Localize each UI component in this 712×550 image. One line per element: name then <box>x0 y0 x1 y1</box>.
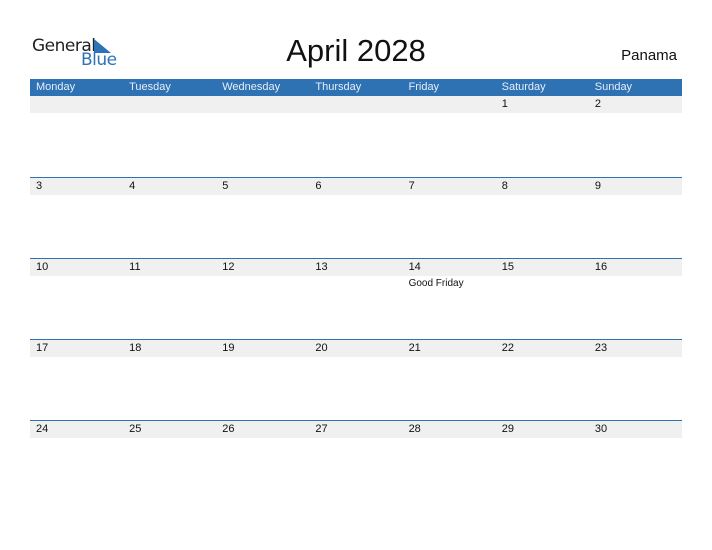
weekday-sunday: Sunday <box>594 81 633 93</box>
weekday-monday: Monday <box>36 81 76 93</box>
day-number: 13 <box>315 261 328 273</box>
week-row: 10 11 12 13 14 Good Friday 15 16 <box>30 258 682 340</box>
day-number: 10 <box>36 261 49 273</box>
day-number: 19 <box>222 342 235 354</box>
day-number: 30 <box>594 423 608 435</box>
day-cell: 8 <box>496 178 589 259</box>
day-cell: 11 <box>123 259 216 340</box>
day-number: 29 <box>501 423 514 435</box>
day-number: 7 <box>408 180 415 192</box>
day-number: 8 <box>501 180 508 192</box>
day-cell: 18 <box>123 340 216 421</box>
day-cell: 27 <box>309 421 402 502</box>
day-cell: 24 <box>30 421 123 502</box>
day-number: 21 <box>408 342 421 354</box>
day-number: 18 <box>129 342 142 354</box>
day-cell: 1 <box>496 96 589 177</box>
day-number: 14 <box>408 261 421 273</box>
weekday-header: Monday Tuesday Wednesday Thursday Friday… <box>30 79 682 96</box>
day-cell <box>403 96 496 177</box>
day-number: 24 <box>36 423 49 435</box>
day-cell: 5 <box>216 178 309 259</box>
weekday-tuesday: Tuesday <box>129 81 171 93</box>
day-cell: 2 <box>589 96 682 177</box>
day-number: 3 <box>36 180 43 192</box>
day-number: 27 <box>315 423 328 435</box>
week-row: 17 18 19 20 21 22 23 <box>30 339 682 421</box>
country-label: Panama <box>621 47 677 64</box>
day-number: 28 <box>408 423 421 435</box>
day-number: 22 <box>501 342 514 354</box>
day-number: 11 <box>129 261 141 273</box>
week-row: 3 4 5 6 7 8 9 <box>30 177 682 259</box>
day-number: 23 <box>594 342 608 354</box>
day-number: 25 <box>129 423 142 435</box>
day-cell: 29 <box>496 421 589 502</box>
day-cell: 17 <box>30 340 123 421</box>
day-number: 6 <box>315 180 322 192</box>
day-cell: 22 <box>496 340 589 421</box>
day-cell: 4 <box>123 178 216 259</box>
day-number: 20 <box>315 342 328 354</box>
day-cell: 13 <box>309 259 402 340</box>
day-cell: 30 <box>589 421 682 502</box>
day-cell: 23 <box>589 340 682 421</box>
day-cell: 26 <box>216 421 309 502</box>
week-row: 24 25 26 27 28 29 30 <box>30 420 682 502</box>
day-number: 1 <box>501 98 508 110</box>
day-number: 17 <box>36 342 49 354</box>
day-cell <box>216 96 309 177</box>
day-number: 4 <box>129 180 136 192</box>
day-number: 12 <box>222 261 235 273</box>
day-cell <box>30 96 123 177</box>
day-cell: 28 <box>403 421 496 502</box>
day-cell: 3 <box>30 178 123 259</box>
day-number: 9 <box>594 180 601 192</box>
day-cell: 25 <box>123 421 216 502</box>
day-number: 15 <box>501 261 514 273</box>
weekday-friday: Friday <box>408 81 440 93</box>
day-cell: 15 <box>496 259 589 340</box>
day-cell: 6 <box>309 178 402 259</box>
day-cell: 19 <box>216 340 309 421</box>
day-cell: 20 <box>309 340 402 421</box>
day-number: 2 <box>594 98 601 110</box>
weekday-thursday: Thursday <box>315 81 362 93</box>
day-number: 16 <box>594 261 608 273</box>
holiday-label: Good Friday <box>408 278 464 289</box>
calendar-title: April 2028 <box>286 33 426 68</box>
day-cell <box>123 96 216 177</box>
day-cell: 16 <box>589 259 682 340</box>
day-cell: 9 <box>589 178 682 259</box>
weekday-saturday: Saturday <box>501 81 546 93</box>
day-cell: 7 <box>403 178 496 259</box>
day-cell: 14 Good Friday <box>403 259 496 340</box>
day-number: 26 <box>222 423 235 435</box>
day-cell: 12 <box>216 259 309 340</box>
day-cell: 10 <box>30 259 123 340</box>
day-number: 5 <box>222 180 229 192</box>
day-cell: 21 <box>403 340 496 421</box>
day-cell <box>309 96 402 177</box>
week-row: 12 <box>30 96 682 177</box>
weekday-wednesday: Wednesday <box>222 81 281 93</box>
